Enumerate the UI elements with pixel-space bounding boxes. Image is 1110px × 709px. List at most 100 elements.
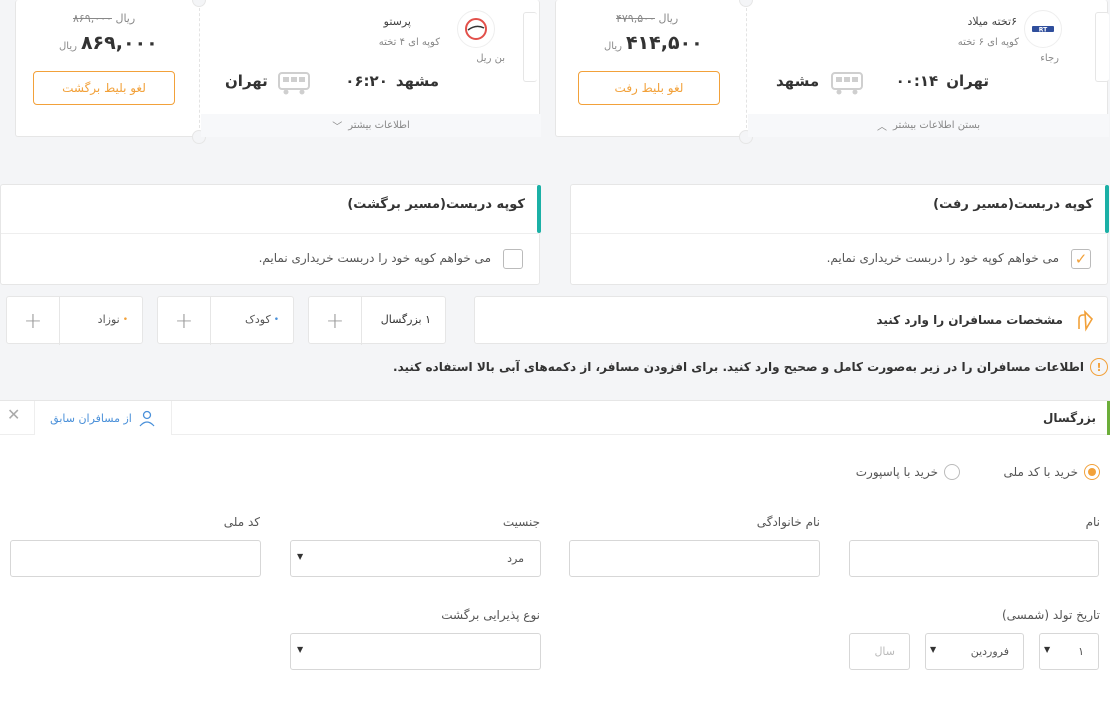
- radio-passport[interactable]: خرید با پاسپورت: [856, 464, 960, 480]
- coupe-return-title: کوپه دربست(مسیر برگشت): [347, 197, 525, 212]
- price-value: ۸۶۹,۰۰۰: [80, 32, 158, 54]
- add-child-button[interactable]: +: [158, 297, 210, 345]
- caret-down-icon: ▼: [930, 645, 937, 654]
- radio-selected: [1084, 464, 1100, 480]
- departure-time: ۰۰:۱۴: [895, 72, 939, 90]
- chevron-up-icon: ︿: [876, 122, 887, 133]
- last-name-input[interactable]: [569, 540, 820, 577]
- bullet-icon: •: [273, 314, 279, 325]
- national-code-input[interactable]: [10, 540, 261, 577]
- to-city: مشهد: [776, 72, 820, 90]
- return-service-select[interactable]: ▼: [290, 633, 541, 670]
- return-service-label: نوع پذیرایی برگشت: [441, 608, 540, 622]
- coupe-return-checkbox[interactable]: [503, 249, 523, 269]
- cancel-outbound-button[interactable]: لغو بلیط رفت: [578, 71, 720, 105]
- ticket-outbound-price-area: ریال ۴۷۹,۵۰۰ ۴۱۴,۵۰۰ ریال لغو بلیط رفت: [556, 0, 746, 137]
- price-currency: ریال: [59, 41, 77, 52]
- from-city: تهران: [946, 72, 989, 90]
- radio-passport-label: خرید با پاسپورت: [855, 465, 938, 479]
- notice-text: اطلاعات مسافران را در زیر به‌صورت کامل و…: [393, 360, 1084, 374]
- last-name-label: نام خانوادگی: [756, 515, 820, 529]
- previous-passengers-label: از مسافران سابق: [50, 411, 132, 425]
- old-price: ۸۶۹,۰۰۰: [73, 12, 112, 25]
- radio-national-code[interactable]: خرید با کد ملی: [1003, 464, 1100, 480]
- raja-logo-icon: RT: [1032, 26, 1054, 34]
- coupe-outbound-title: کوپه دربست(مسیر رفت): [933, 197, 1093, 212]
- old-price-currency: ریال: [658, 12, 679, 25]
- gender-select[interactable]: مرد ▼: [290, 540, 541, 577]
- train-name: ۶تخته میلاد: [967, 15, 1017, 28]
- bonrail-logo-icon: [465, 18, 487, 40]
- first-name-input[interactable]: [849, 540, 1099, 577]
- price-currency: ریال: [604, 41, 622, 52]
- operator-logo: RT: [1024, 10, 1062, 48]
- add-adult-button[interactable]: +: [309, 297, 361, 345]
- birth-day-value: ۱: [1078, 645, 1084, 658]
- train-icon: [277, 70, 311, 100]
- caret-down-icon: ▼: [297, 552, 304, 561]
- gender-value: مرد: [507, 552, 524, 565]
- svg-text:RT: RT: [1039, 27, 1048, 34]
- passengers-title: مشخصات مسافران را وارد کنید: [876, 313, 1063, 327]
- national-code-label: کد ملی: [223, 515, 260, 529]
- to-city: تهران: [225, 72, 268, 90]
- departure-time: ۰۶:۲۰: [345, 72, 388, 90]
- ticket-return-card: ریال ۸۶۹,۰۰۰ ۸۶۹,۰۰۰ ریال لغو بلیط برگشت…: [15, 0, 541, 144]
- passenger-form: بزرگسال از مسافران سابق ✕ خرید با کد ملی…: [0, 400, 1110, 709]
- child-counter-label: کودک: [245, 313, 271, 326]
- coupe-return-checkbox-label: می خواهم کوپه خود را دربست خریداری نمایم…: [258, 251, 491, 265]
- first-name-label: نام: [1085, 515, 1100, 529]
- radio-national-label: خرید با کد ملی: [1003, 465, 1078, 479]
- adult-counter: ۱ بزرگسال +: [308, 296, 446, 345]
- coupe-outbound-checkbox-label: می خواهم کوپه خود را دربست خریداری نمایم…: [826, 251, 1059, 265]
- ticket-return-info: بن ریل پرستو کوپه ای ۴ تخته مشهد ۰۶:۲۰ ت…: [201, 0, 541, 137]
- infant-counter: • نوزاد +: [6, 296, 143, 345]
- ticket-return-price-area: ریال ۸۶۹,۰۰۰ ۸۶۹,۰۰۰ ریال لغو بلیط برگشت: [16, 0, 199, 137]
- previous-passengers-tab[interactable]: از مسافران سابق: [34, 401, 172, 435]
- add-infant-button[interactable]: +: [7, 297, 59, 345]
- passenger-edit-icon: [1073, 309, 1097, 337]
- info-toggle-label: اطلاعات بیشتر: [348, 120, 410, 131]
- bullet-icon: •: [122, 314, 128, 325]
- caret-down-icon: ▼: [1044, 645, 1051, 654]
- check-icon: ✓: [1074, 249, 1088, 268]
- info-toggle-label: بستن اطلاعات بیشتر: [892, 120, 981, 131]
- birth-year-placeholder: سال: [874, 645, 895, 658]
- infant-counter-label: نوزاد: [97, 313, 120, 326]
- train-name: پرستو: [383, 15, 411, 28]
- birth-month-select[interactable]: فروردین ▼: [925, 633, 1024, 670]
- info-toggle-bar[interactable]: ︿ بستن اطلاعات بیشتر: [748, 114, 1109, 137]
- chevron-down-icon: ﹀: [332, 122, 343, 133]
- child-counter: • کودک +: [157, 296, 294, 345]
- operator-logo: [457, 10, 495, 48]
- info-toggle-bar[interactable]: ﹀ اطلاعات بیشتر: [201, 114, 541, 137]
- birth-date-label: تاریخ تولد (شمسی): [1001, 608, 1100, 622]
- passengers-bar: مشخصات مسافران را وارد کنید: [474, 296, 1108, 344]
- birth-day-select[interactable]: ۱ ▼: [1039, 633, 1099, 670]
- price-value: ۴۱۴,۵۰۰: [625, 32, 703, 54]
- gender-label: جنسیت: [502, 515, 540, 529]
- coupe-return-card: کوپه دربست(مسیر برگشت) می خواهم کوپه خود…: [0, 184, 541, 285]
- cancel-return-button[interactable]: لغو بلیط برگشت: [33, 71, 175, 105]
- birth-year-input[interactable]: سال: [849, 633, 910, 670]
- operator-name: رجاء: [1040, 53, 1059, 64]
- passenger-form-header: بزرگسال: [1043, 411, 1096, 425]
- train-icon: [830, 70, 864, 100]
- coupe-info: کوپه ای ۶ تخته: [957, 37, 1019, 48]
- caret-down-icon: ▼: [297, 645, 304, 654]
- birth-month-value: فروردین: [970, 645, 1009, 658]
- old-price-currency: ریال: [115, 12, 136, 25]
- close-icon[interactable]: ✕: [7, 405, 20, 424]
- operator-name: بن ریل: [476, 53, 505, 64]
- from-city: مشهد: [395, 72, 439, 90]
- ticket-outbound-card: ریال ۴۷۹,۵۰۰ ۴۱۴,۵۰۰ ریال لغو بلیط رفت R…: [555, 0, 1109, 144]
- coupe-info: کوپه ای ۴ تخته: [378, 37, 440, 48]
- notice-row: ! اطلاعات مسافران را در زیر به‌صورت کامل…: [393, 358, 1108, 376]
- old-price: ۴۷۹,۵۰۰: [616, 12, 655, 25]
- adult-counter-label: ۱ بزرگسال: [380, 313, 431, 326]
- coupe-outbound-card: کوپه دربست(مسیر رفت) ✓ می خواهم کوپه خود…: [570, 184, 1109, 285]
- info-icon: !: [1090, 358, 1108, 376]
- coupe-outbound-checkbox[interactable]: ✓: [1071, 249, 1091, 269]
- user-icon: [139, 410, 155, 427]
- ticket-outbound-info: RT رجاء ۶تخته میلاد کوپه ای ۶ تخته تهران…: [748, 0, 1109, 137]
